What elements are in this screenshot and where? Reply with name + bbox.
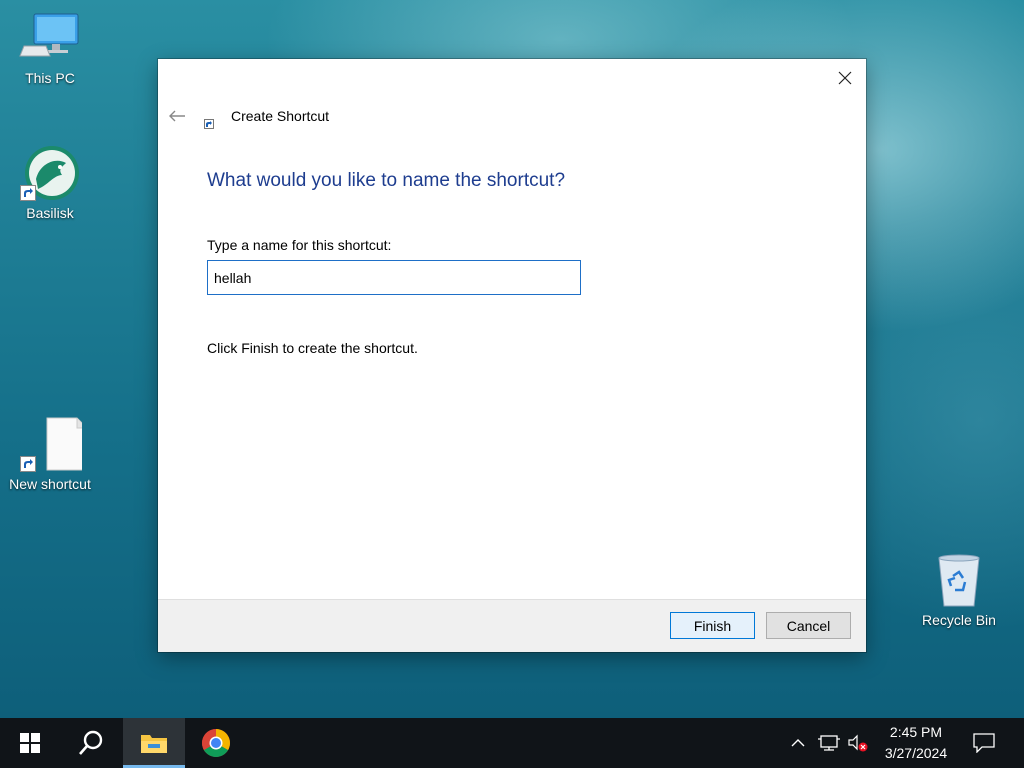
create-shortcut-dialog: Create Shortcut What would you like to n… <box>158 59 866 652</box>
dialog-title: Create Shortcut <box>231 108 330 124</box>
windows-start-icon <box>20 733 40 753</box>
desktop-icon-new-shortcut[interactable]: New shortcut <box>0 416 100 492</box>
volume-muted-icon <box>848 734 868 752</box>
desktop-icon-label: Basilisk <box>26 205 74 221</box>
notification-icon <box>973 733 995 753</box>
dialog-footer: Finish Cancel <box>158 599 866 652</box>
close-button[interactable] <box>830 63 860 93</box>
dialog-heading: What would you like to name the shortcut… <box>207 170 566 191</box>
desktop-icon-basilisk[interactable]: Basilisk <box>0 145 100 221</box>
desktop-icon-label: This PC <box>25 70 75 86</box>
computer-icon <box>18 10 82 66</box>
shortcut-arrow-icon <box>20 185 36 201</box>
basilisk-icon <box>18 145 82 201</box>
chrome-icon <box>202 729 230 757</box>
shortcut-wizard-icon <box>204 116 214 129</box>
file-explorer-button[interactable] <box>123 718 185 768</box>
back-button[interactable] <box>166 105 188 127</box>
search-icon <box>79 730 103 755</box>
search-button[interactable] <box>60 718 122 768</box>
shortcut-name-label: Type a name for this shortcut: <box>207 237 392 253</box>
desktop-icon-this-pc[interactable]: This PC <box>0 10 100 86</box>
volume-button[interactable] <box>845 718 871 768</box>
recycle-bin-icon <box>927 552 991 608</box>
desktop-icon-label: Recycle Bin <box>922 612 996 628</box>
start-button[interactable] <box>0 718 60 768</box>
network-icon <box>818 735 840 751</box>
instruction-text: Click Finish to create the shortcut. <box>207 340 418 356</box>
clock-time: 2:45 PM <box>889 724 943 740</box>
blank-file-icon <box>18 416 88 472</box>
file-explorer-icon <box>141 735 167 753</box>
desktop: This PC Basilisk New shortcut Recycle Bi… <box>0 0 1024 718</box>
clock[interactable]: 2:45 PM 3/27/2024 <box>876 718 956 768</box>
cancel-button[interactable]: Cancel <box>766 612 851 639</box>
clock-date: 3/27/2024 <box>884 745 948 761</box>
shortcut-name-input[interactable] <box>207 260 581 295</box>
chrome-button[interactable] <box>186 718 246 768</box>
shortcut-arrow-icon <box>20 456 36 472</box>
taskbar: 2:45 PM 3/27/2024 <box>0 718 1024 768</box>
network-button[interactable] <box>815 718 843 768</box>
close-icon <box>838 71 852 85</box>
desktop-icon-label: New shortcut <box>9 476 91 492</box>
chevron-up-icon <box>791 739 805 747</box>
back-arrow-icon <box>169 110 185 122</box>
action-center-button[interactable] <box>962 718 1006 768</box>
desktop-icon-recycle-bin[interactable]: Recycle Bin <box>909 552 1009 628</box>
finish-button[interactable]: Finish <box>670 612 755 639</box>
show-hidden-icons-button[interactable] <box>786 718 810 768</box>
